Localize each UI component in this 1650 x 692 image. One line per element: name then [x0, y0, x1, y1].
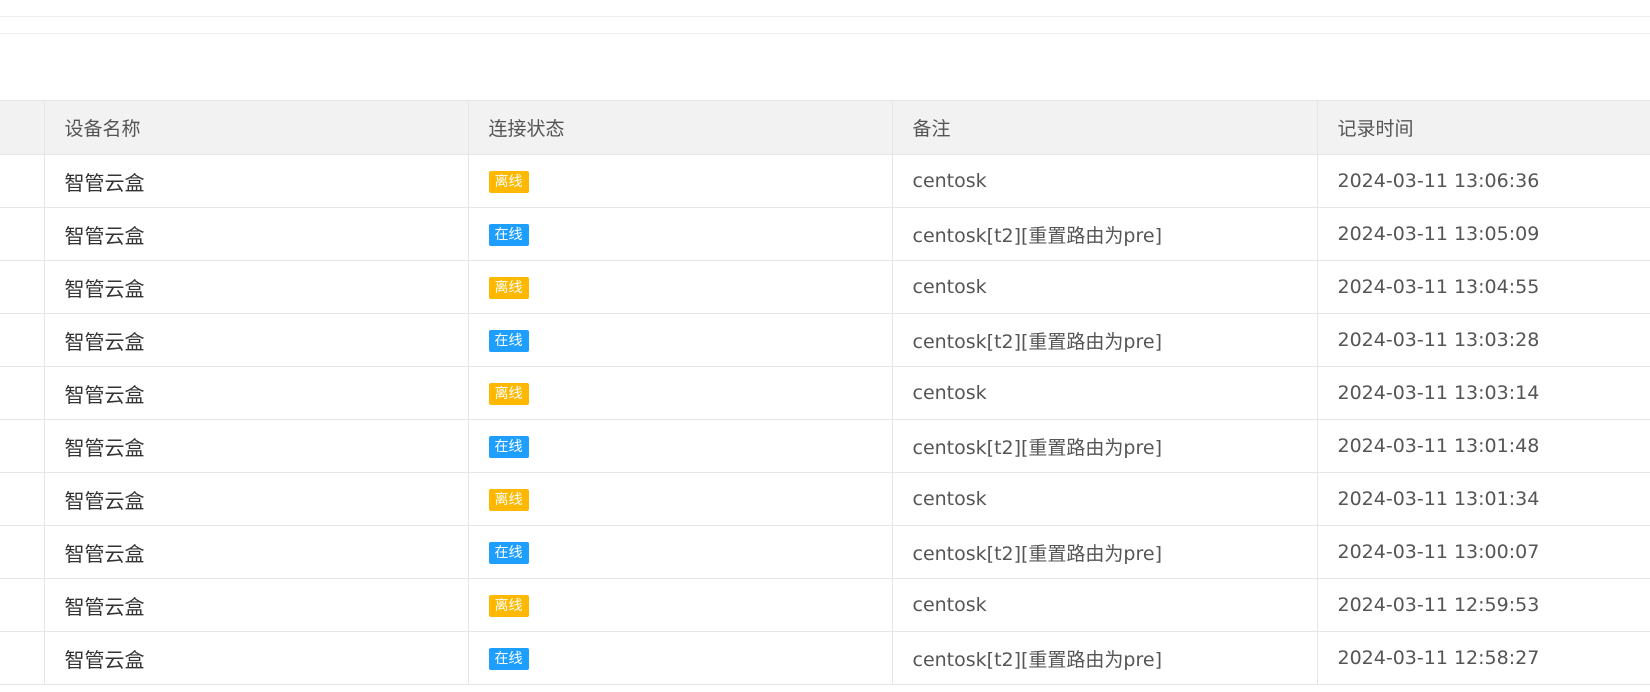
record-time-cell: 2024-03-11 13:04:55 — [1316, 260, 1650, 314]
connection-status-cell: 在线 — [467, 631, 893, 685]
table-row[interactable]: 智管云盒 离线 centosk 2024-03-11 13:04:55 — [0, 260, 1650, 314]
table-header: 设备名称 连接状态 备注 记录时间 — [0, 100, 1650, 155]
status-badge: 离线 — [488, 383, 529, 405]
header-cell-checkbox[interactable] — [0, 100, 45, 155]
top-strip — [0, 0, 1650, 17]
status-badge: 在线 — [488, 330, 529, 352]
row-checkbox-cell[interactable] — [0, 472, 45, 526]
device-name-cell: 智管云盒 — [43, 419, 469, 473]
status-badge: 离线 — [488, 171, 529, 193]
device-name-cell: 智管云盒 — [43, 154, 469, 208]
table-row[interactable]: 智管云盒 在线 centosk[t2][重置路由为pre] 2024-03-11… — [0, 525, 1650, 579]
row-checkbox-cell[interactable] — [0, 207, 45, 261]
device-name-cell: 智管云盒 — [43, 207, 469, 261]
row-checkbox-cell[interactable] — [0, 313, 45, 367]
status-badge: 在线 — [488, 224, 529, 246]
connection-status-cell: 离线 — [467, 154, 893, 208]
connection-status-cell: 离线 — [467, 260, 893, 314]
header-connection-status[interactable]: 连接状态 — [467, 100, 893, 155]
row-checkbox-cell[interactable] — [0, 578, 45, 632]
row-checkbox-cell[interactable] — [0, 260, 45, 314]
row-checkbox-cell[interactable] — [0, 154, 45, 208]
table-row[interactable]: 智管云盒 离线 centosk 2024-03-11 13:03:14 — [0, 366, 1650, 420]
remark-cell: centosk — [891, 578, 1318, 632]
remark-cell: centosk[t2][重置路由为pre] — [891, 525, 1318, 579]
record-time-cell: 2024-03-11 12:58:27 — [1316, 631, 1650, 685]
remark-cell: centosk — [891, 366, 1318, 420]
table-row[interactable]: 智管云盒 离线 centosk 2024-03-11 13:01:34 — [0, 472, 1650, 526]
row-checkbox-cell[interactable] — [0, 631, 45, 685]
remark-cell: centosk[t2][重置路由为pre] — [891, 313, 1318, 367]
status-badge: 在线 — [488, 648, 529, 670]
connection-status-cell: 在线 — [467, 525, 893, 579]
row-checkbox-cell[interactable] — [0, 419, 45, 473]
connection-log-table: 设备名称 连接状态 备注 记录时间 智管云盒 离线 centosk 2024-0… — [0, 100, 1650, 685]
connection-status-cell: 在线 — [467, 419, 893, 473]
remark-cell: centosk — [891, 260, 1318, 314]
remark-cell: centosk[t2][重置路由为pre] — [891, 631, 1318, 685]
record-time-cell: 2024-03-11 13:00:07 — [1316, 525, 1650, 579]
device-name-cell: 智管云盒 — [43, 578, 469, 632]
table-row[interactable]: 智管云盒 在线 centosk[t2][重置路由为pre] 2024-03-11… — [0, 313, 1650, 367]
status-badge: 离线 — [488, 489, 529, 511]
table-row[interactable]: 智管云盒 离线 centosk 2024-03-11 13:06:36 — [0, 154, 1650, 208]
record-time-cell: 2024-03-11 12:59:53 — [1316, 578, 1650, 632]
device-name-cell: 智管云盒 — [43, 366, 469, 420]
status-badge: 离线 — [488, 277, 529, 299]
device-name-cell: 智管云盒 — [43, 631, 469, 685]
record-time-cell: 2024-03-11 13:01:48 — [1316, 419, 1650, 473]
device-name-cell: 智管云盒 — [43, 260, 469, 314]
header-record-time[interactable]: 记录时间 — [1316, 100, 1650, 155]
connection-log-table-container[interactable]: 设备名称 连接状态 备注 记录时间 智管云盒 离线 centosk 2024-0… — [0, 100, 1650, 692]
header-remark[interactable]: 备注 — [891, 100, 1318, 155]
row-checkbox-cell[interactable] — [0, 525, 45, 579]
toolbar-area — [0, 33, 1650, 96]
connection-status-cell: 在线 — [467, 313, 893, 367]
table-body: 智管云盒 离线 centosk 2024-03-11 13:06:36 智管云盒… — [0, 154, 1650, 685]
record-time-cell: 2024-03-11 13:03:14 — [1316, 366, 1650, 420]
remark-cell: centosk[t2][重置路由为pre] — [891, 419, 1318, 473]
status-badge: 在线 — [488, 542, 529, 564]
row-checkbox-cell[interactable] — [0, 366, 45, 420]
device-name-cell: 智管云盒 — [43, 525, 469, 579]
record-time-cell: 2024-03-11 13:03:28 — [1316, 313, 1650, 367]
record-time-cell: 2024-03-11 13:01:34 — [1316, 472, 1650, 526]
remark-cell: centosk — [891, 154, 1318, 208]
table-row[interactable]: 智管云盒 在线 centosk[t2][重置路由为pre] 2024-03-11… — [0, 419, 1650, 473]
header-device-name[interactable]: 设备名称 — [43, 100, 469, 155]
page: 设备名称 连接状态 备注 记录时间 智管云盒 离线 centosk 2024-0… — [0, 0, 1650, 692]
status-badge: 在线 — [488, 436, 529, 458]
record-time-cell: 2024-03-11 13:05:09 — [1316, 207, 1650, 261]
table-row[interactable]: 智管云盒 在线 centosk[t2][重置路由为pre] 2024-03-11… — [0, 207, 1650, 261]
connection-status-cell: 离线 — [467, 578, 893, 632]
status-badge: 离线 — [488, 595, 529, 617]
connection-status-cell: 在线 — [467, 207, 893, 261]
device-name-cell: 智管云盒 — [43, 472, 469, 526]
table-header-row: 设备名称 连接状态 备注 记录时间 — [0, 100, 1650, 155]
connection-status-cell: 离线 — [467, 472, 893, 526]
record-time-cell: 2024-03-11 13:06:36 — [1316, 154, 1650, 208]
device-name-cell: 智管云盒 — [43, 313, 469, 367]
table-row[interactable]: 智管云盒 离线 centosk 2024-03-11 12:59:53 — [0, 578, 1650, 632]
table-row[interactable]: 智管云盒 在线 centosk[t2][重置路由为pre] 2024-03-11… — [0, 631, 1650, 685]
remark-cell: centosk — [891, 472, 1318, 526]
connection-status-cell: 离线 — [467, 366, 893, 420]
remark-cell: centosk[t2][重置路由为pre] — [891, 207, 1318, 261]
